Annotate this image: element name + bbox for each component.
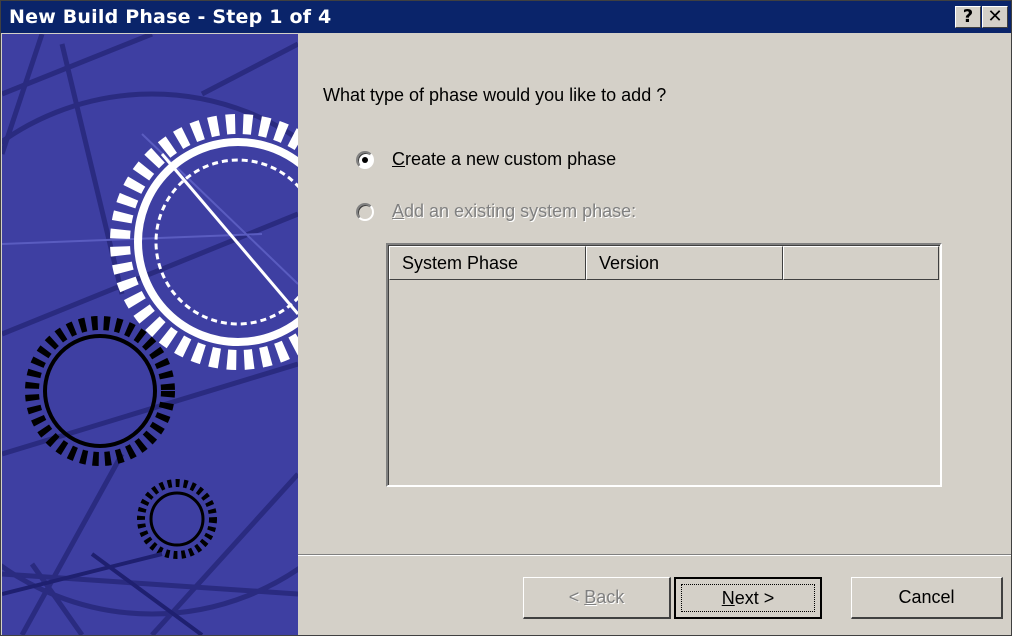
next-rest: ext > bbox=[734, 588, 775, 608]
back-prefix: < bbox=[568, 587, 585, 607]
system-phase-list[interactable]: System Phase Version bbox=[386, 243, 942, 487]
question-label: What type of phase would you like to add… bbox=[323, 85, 667, 105]
focus-rect: Next > bbox=[681, 584, 815, 612]
back-rest: ack bbox=[596, 587, 625, 607]
column-header-blank[interactable] bbox=[783, 246, 939, 280]
help-icon: ? bbox=[962, 6, 974, 27]
wizard-banner-image bbox=[2, 34, 298, 635]
next-button[interactable]: Next > bbox=[674, 577, 822, 619]
column-header-version[interactable]: Version bbox=[586, 246, 783, 280]
back-button: < Back bbox=[523, 577, 671, 619]
button-separator-highlight bbox=[298, 555, 1011, 556]
option-create-custom-phase[interactable]: Create a new custom phase bbox=[356, 149, 616, 170]
column-header-system-phase[interactable]: System Phase bbox=[389, 246, 586, 280]
window-title: New Build Phase - Step 1 of 4 bbox=[9, 6, 332, 28]
close-icon: ✕ bbox=[987, 6, 1003, 27]
title-bar[interactable]: New Build Phase - Step 1 of 4 ? ✕ bbox=[1, 1, 1011, 33]
wizard-dialog: New Build Phase - Step 1 of 4 ? ✕ What t… bbox=[0, 0, 1012, 636]
radio-button-disabled bbox=[356, 202, 374, 221]
list-frame: System Phase Version bbox=[388, 245, 940, 485]
option-label: Create a new custom phase bbox=[392, 149, 617, 169]
next-key: N bbox=[721, 588, 735, 608]
help-button[interactable]: ? bbox=[955, 6, 981, 28]
radio-button-checked[interactable] bbox=[356, 150, 374, 169]
close-button[interactable]: ✕ bbox=[982, 6, 1008, 28]
gears-illustration bbox=[2, 34, 298, 635]
list-header: System Phase Version bbox=[389, 246, 940, 280]
back-key: B bbox=[584, 587, 597, 607]
option-label-disabled: Add an existing system phase: bbox=[392, 201, 637, 221]
cancel-button[interactable]: Cancel bbox=[851, 577, 1003, 619]
option-add-existing-phase: Add an existing system phase: bbox=[356, 201, 636, 222]
